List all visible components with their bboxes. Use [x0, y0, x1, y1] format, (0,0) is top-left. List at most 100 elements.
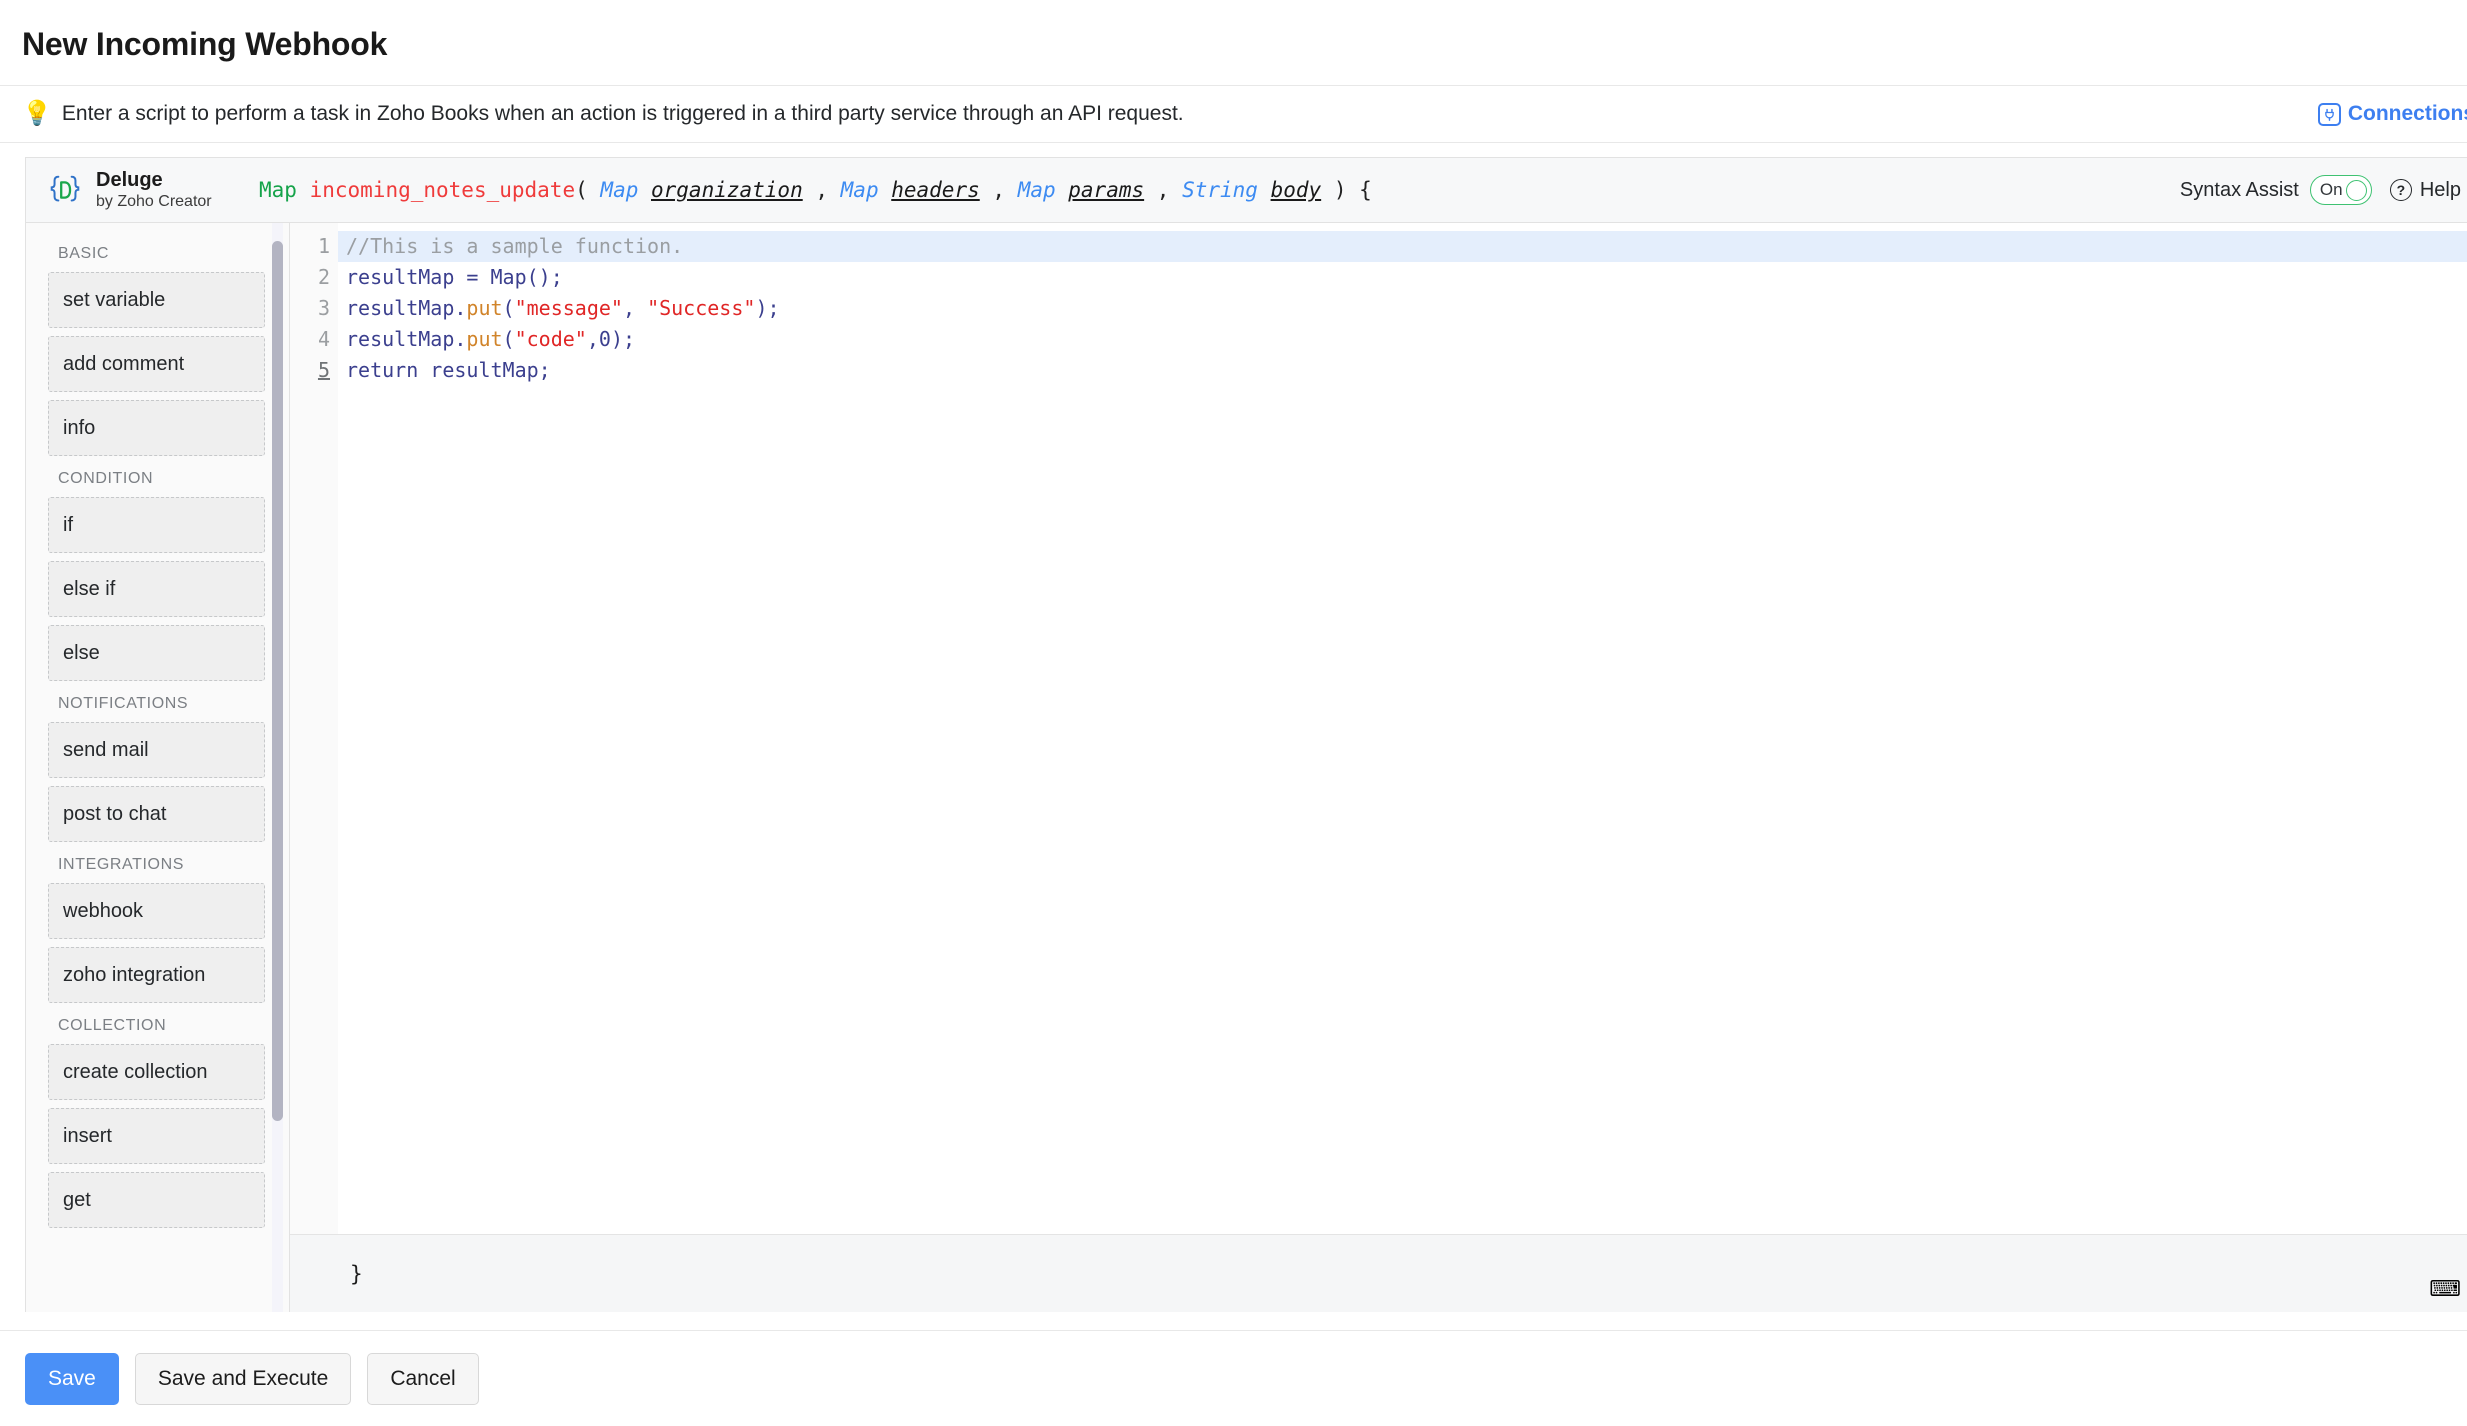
- hint-text: Enter a script to perform a task in Zoho…: [61, 102, 1184, 125]
- deluge-logo-icon: [46, 171, 84, 209]
- palette-item-send-mail[interactable]: send mail: [48, 722, 265, 778]
- brand-name: Deluge: [96, 168, 163, 191]
- deluge-brand: Deluge by Zoho Creator: [26, 169, 256, 211]
- gutter-line-number: 4: [317, 327, 330, 351]
- code-token-kw: return: [346, 358, 419, 382]
- code-token-punct: );: [610, 327, 636, 351]
- code-token-method: put: [466, 327, 503, 351]
- help-button[interactable]: ? Help: [2389, 178, 2461, 202]
- connections-link[interactable]: Connections: [2317, 102, 2467, 126]
- syntax-assist-toggle[interactable]: On: [2309, 175, 2372, 205]
- code-token-var: resultMap: [346, 296, 455, 320]
- signature-param-name: organization: [651, 178, 803, 202]
- code-token-var: resultMap: [346, 327, 455, 351]
- signature-param-type: Map: [828, 178, 892, 202]
- editor-body: BASIC set variable add comment info CONDITIO…: [26, 223, 2467, 1312]
- code-token-type: Map: [490, 265, 527, 289]
- code-token-punct: .: [454, 327, 467, 351]
- palette-item-zoho-integration[interactable]: zoho integration: [48, 947, 265, 1003]
- question-mark-icon: ?: [2389, 179, 2412, 201]
- save-and-execute-button[interactable]: Save and Execute: [134, 1352, 352, 1405]
- editor-toolbar: Deluge by Zoho Creator Map incoming_note…: [26, 158, 2467, 223]
- signature-param-name: headers: [891, 178, 980, 202]
- palette-item-create-collection[interactable]: create collection: [48, 1044, 265, 1100]
- signature-param-name: body: [1270, 178, 1322, 202]
- function-signature: Map incoming_notes_update( Map organizat…: [259, 178, 1372, 202]
- palette-scrollbar-thumb[interactable]: [272, 241, 283, 1121]
- connections-label: Connections: [2347, 102, 2467, 125]
- palette-group-title: INTEGRATIONS: [58, 856, 185, 873]
- closing-brace: }: [350, 1261, 363, 1286]
- signature-param-type: Map: [600, 178, 651, 202]
- palette-item-post-to-chat[interactable]: post to chat: [48, 786, 265, 842]
- signature-param-name: params: [1068, 178, 1145, 202]
- gutter-line-number: 2: [317, 265, 330, 289]
- code-token-comment: //This is a sample function.: [346, 234, 684, 258]
- brand-text: Deluge by Zoho Creator: [96, 169, 212, 211]
- palette-item-else-if[interactable]: else if: [48, 561, 265, 617]
- code-token-punct: (: [502, 296, 515, 320]
- palette-item-insert[interactable]: insert: [48, 1108, 265, 1164]
- plug-icon: [2317, 102, 2341, 126]
- cancel-button[interactable]: Cancel: [367, 1352, 479, 1405]
- code-token-punct: ,: [622, 296, 648, 320]
- save-button[interactable]: Save: [25, 1352, 119, 1405]
- palette-item-add-comment[interactable]: add comment: [48, 336, 265, 392]
- signature-separator: ,: [1144, 178, 1170, 202]
- code-area: 1 2 3 4 5 //This is a sample function. result…: [290, 223, 2467, 1312]
- code-token-punct: );: [755, 296, 780, 320]
- keyboard-icon[interactable]: ⌨: [2429, 1278, 2461, 1300]
- code-line[interactable]: resultMap.put("code",0);: [338, 324, 2467, 355]
- code-token-str: "code": [514, 327, 587, 351]
- code-token-var: resultMap: [346, 265, 455, 289]
- code-content[interactable]: //This is a sample function. resultMap = …: [338, 223, 2467, 1234]
- code-token-punct: .: [454, 296, 467, 320]
- code-token-str: "Success": [647, 296, 756, 320]
- signature-param-type: String: [1169, 178, 1271, 202]
- signature-param-type: Map: [1005, 178, 1069, 202]
- script-editor-panel: Deluge by Zoho Creator Map incoming_note…: [25, 157, 2467, 1312]
- palette-item-info[interactable]: info: [48, 400, 265, 456]
- code-footer: } ⌨: [290, 1234, 2467, 1312]
- palette-group-title: CONDITION: [58, 470, 154, 487]
- gutter-line-number: 5: [317, 358, 330, 382]
- signature-function-name: incoming_notes_update: [309, 178, 576, 202]
- syntax-assist-label: Syntax Assist: [2179, 178, 2299, 201]
- palette-item-webhook[interactable]: webhook: [48, 883, 265, 939]
- code-token-punct: (: [502, 327, 515, 351]
- syntax-assist-state: On: [2319, 180, 2343, 199]
- palette-item-else[interactable]: else: [48, 625, 265, 681]
- gutter-line-number: 1: [317, 234, 330, 258]
- brand-subtitle: by Zoho Creator: [96, 192, 212, 210]
- code-line[interactable]: resultMap = Map();: [338, 262, 2467, 293]
- code-token-punct: ();: [526, 265, 563, 289]
- palette-group-title: NOTIFICATIONS: [58, 695, 189, 712]
- gutter-line-number: 3: [317, 296, 330, 320]
- palette-item-get[interactable]: get: [48, 1172, 265, 1228]
- code-token-punct: ,: [586, 327, 599, 351]
- toolbar-right-controls: Syntax Assist On ? Help: [2180, 175, 2461, 205]
- code-line[interactable]: resultMap.put("message", "Success");: [338, 293, 2467, 324]
- code-token-var: resultMap: [418, 358, 539, 382]
- code-token-punct: ;: [538, 358, 551, 382]
- code-line[interactable]: return resultMap;: [338, 355, 2467, 386]
- code-line[interactable]: //This is a sample function.: [338, 231, 2467, 262]
- snippet-palette: BASIC set variable add comment info CONDITIO…: [26, 223, 290, 1312]
- palette-groups: BASIC set variable add comment info CONDITIO…: [26, 223, 289, 1228]
- signature-params: Map organization , Map headers , Map par…: [600, 178, 1333, 202]
- help-label: Help: [2419, 178, 2461, 201]
- palette-group-title: BASIC: [58, 245, 110, 262]
- code-token-num: 0: [598, 327, 611, 351]
- signature-separator: ,: [979, 178, 1006, 202]
- syntax-assist-control: Syntax Assist On: [2180, 175, 2372, 205]
- signature-return-type: Map: [259, 178, 297, 202]
- line-number-gutter: 1 2 3 4 5: [290, 223, 338, 1234]
- code-scroll-region[interactable]: 1 2 3 4 5 //This is a sample function. result…: [290, 223, 2467, 1234]
- palette-item-set-variable[interactable]: set variable: [48, 272, 265, 328]
- signature-open-paren: (: [575, 178, 588, 202]
- code-token-str: "message": [514, 296, 623, 320]
- toggle-knob: [2345, 179, 2367, 201]
- code-token-op: =: [454, 265, 491, 289]
- palette-item-if[interactable]: if: [48, 497, 265, 553]
- page-title: New Incoming Webhook: [22, 26, 388, 62]
